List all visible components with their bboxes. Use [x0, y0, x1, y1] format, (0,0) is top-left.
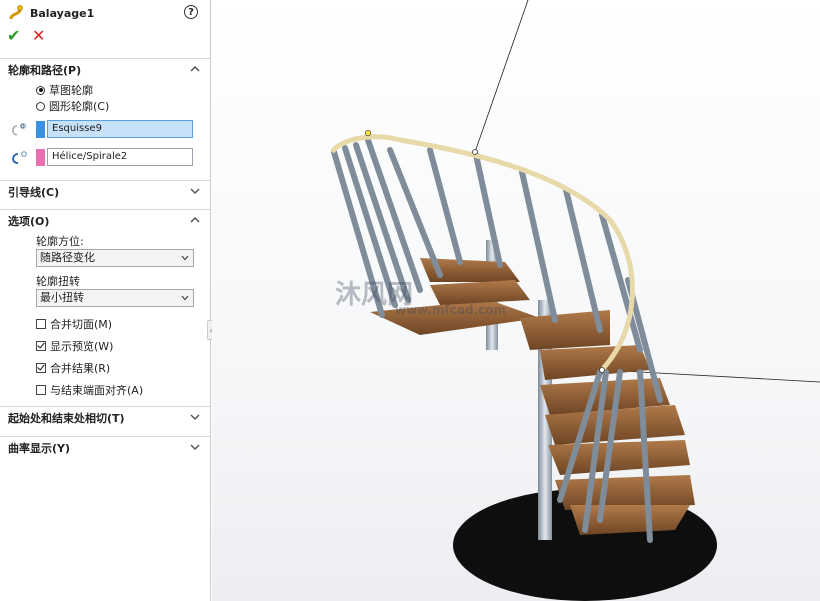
chevron-down-icon[interactable]	[189, 441, 201, 453]
sketch-point	[472, 149, 478, 155]
profile-point	[364, 129, 372, 137]
show-preview-label: 显示预览(W)	[50, 340, 114, 353]
orientation-select[interactable]: 随路径变化	[36, 249, 194, 267]
chevron-up-icon[interactable]	[189, 63, 201, 75]
profile-selection-box[interactable]: Esquisse9	[47, 120, 193, 138]
section-profile-path-header[interactable]: 轮廓和路径(P)	[0, 58, 210, 81]
dropdown-arrow-icon[interactable]	[181, 255, 189, 261]
checkbox-box-checked[interactable]	[36, 363, 46, 373]
checkbox-merge-result[interactable]: 合并结果(R)	[36, 360, 110, 376]
checkbox-merge-tangent[interactable]: 合并切面(M)	[36, 316, 112, 332]
sketch-point	[599, 367, 605, 373]
svg-text:0: 0	[21, 124, 24, 130]
twist-value: 最小扭转	[40, 291, 84, 304]
profile-selection-row: 0 Esquisse9	[8, 120, 196, 140]
twist-select[interactable]: 最小扭转	[36, 289, 194, 307]
section-options-header[interactable]: 选项(O)	[0, 209, 210, 232]
staircase-model	[329, 0, 820, 601]
graphics-viewport[interactable]: 沐风网 www.mfcad.com	[212, 0, 820, 601]
radio-dot-selected[interactable]	[36, 85, 45, 95]
merge-result-label: 合并结果(R)	[50, 362, 111, 375]
path-icon	[12, 151, 27, 164]
profile-color-swatch	[36, 121, 45, 138]
checkbox-align-end[interactable]: 与结束端面对齐(A)	[36, 382, 143, 398]
section-curvature-label: 曲率显示(Y)	[8, 442, 71, 455]
checkbox-box-checked[interactable]	[36, 341, 46, 351]
chevron-up-icon[interactable]	[189, 214, 201, 226]
feature-title-bar: Balayage1 ?	[0, 2, 210, 24]
align-end-label: 与结束端面对齐(A)	[50, 384, 144, 397]
section-curvature-header[interactable]: 曲率显示(Y)	[0, 436, 210, 459]
sweep-icon	[9, 5, 23, 20]
ok-check-icon[interactable]: ✔	[7, 26, 20, 45]
radio-circular-label: 圆形轮廓(C)	[49, 100, 110, 113]
twist-label: 轮廓扭转	[36, 275, 80, 288]
section-profile-path-label: 轮廓和路径(P)	[8, 64, 82, 77]
feature-name: Balayage1	[30, 6, 95, 20]
chevron-down-icon[interactable]	[189, 411, 201, 423]
cancel-x-icon[interactable]: ✕	[32, 26, 45, 45]
watermark-url: www.mfcad.com	[395, 303, 506, 317]
path-color-swatch	[36, 149, 45, 166]
radio-sketch-label: 草图轮廓	[49, 84, 93, 97]
checkbox-box[interactable]	[36, 319, 46, 329]
orientation-label: 轮廓方位:	[36, 235, 84, 248]
merge-tangent-label: 合并切面(M)	[50, 318, 113, 331]
path-selection-box[interactable]: Hélice/Spirale2	[47, 148, 193, 166]
property-manager: Balayage1 ? ✔ ✕ 轮廓和路径(P) 草图轮廓 圆形轮廓(C) 0 …	[0, 0, 211, 601]
construction-line	[474, 0, 529, 153]
orientation-value: 随路径变化	[40, 251, 95, 264]
profile-icon: 0	[12, 123, 26, 136]
checkbox-box[interactable]	[36, 385, 46, 395]
radio-dot[interactable]	[36, 101, 45, 111]
section-start-end-label: 起始处和结束处相切(T)	[8, 412, 125, 425]
radio-sketch-profile[interactable]: 草图轮廓	[36, 82, 93, 98]
section-guide-curves-header[interactable]: 引导线(C)	[0, 180, 210, 203]
radio-circular-profile[interactable]: 圆形轮廓(C)	[36, 98, 109, 114]
path-selection-row: Hélice/Spirale2	[8, 148, 196, 168]
checkbox-show-preview[interactable]: 显示预览(W)	[36, 338, 113, 354]
section-options-label: 选项(O)	[8, 215, 50, 228]
help-icon[interactable]: ?	[184, 5, 198, 19]
section-guide-curves-label: 引导线(C)	[8, 186, 60, 199]
section-start-end-header[interactable]: 起始处和结束处相切(T)	[0, 406, 210, 429]
action-buttons: ✔ ✕	[0, 26, 210, 46]
dropdown-arrow-icon[interactable]	[181, 295, 189, 301]
chevron-down-icon[interactable]	[189, 185, 201, 197]
